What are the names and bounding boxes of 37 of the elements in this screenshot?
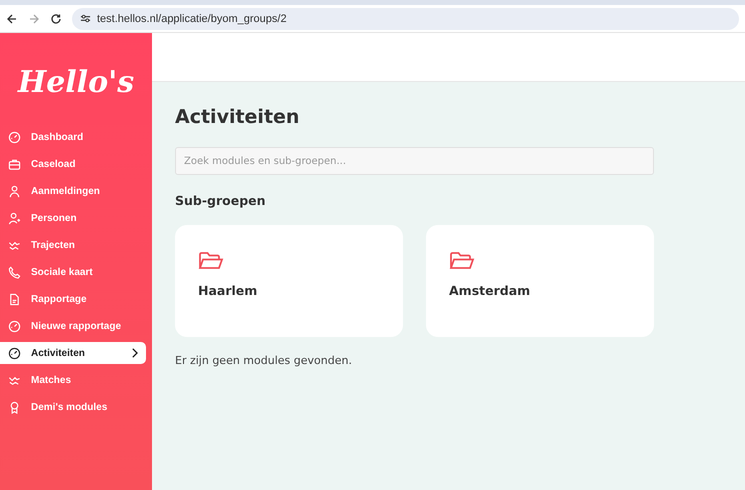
logo: Hello's [16,64,136,102]
empty-message: Er zijn geen modules gevonden. [175,354,353,367]
sidebar-item[interactable]: Nieuwe rapportage [0,315,146,337]
sidebar-item[interactable]: Sociale kaart [0,261,146,283]
sidebar-item[interactable]: Personen [0,207,146,229]
sidebar-item[interactable]: Caseload [0,153,146,175]
section-title: Sub-groepen [175,193,267,208]
back-icon[interactable] [6,12,18,24]
sidebar-item[interactable]: Trajecten [0,234,146,256]
reload-icon[interactable] [50,12,62,24]
folder-icon [449,251,475,271]
gauge-icon [8,130,21,144]
award-icon [8,400,21,414]
group-name: Haarlem [198,283,258,298]
sidebar-item[interactable]: Demi's modules [0,396,146,418]
person-icon [8,184,21,198]
sidebar-item[interactable]: Aanmeldingen [0,180,146,202]
sidebar-item[interactable]: Rapportage [0,288,146,310]
site-settings-icon[interactable] [80,13,91,24]
group-card[interactable]: Haarlem [175,225,403,337]
document-icon [8,292,21,306]
group-card[interactable]: Amsterdam [426,225,654,337]
sidebar-item[interactable]: Dashboard [0,126,146,148]
briefcase-icon [8,158,21,170]
phone-icon [8,266,21,278]
sidebar-item[interactable]: Activiteiten [0,342,146,364]
address-bar[interactable]: test.hellos.nl/applicatie/byom_groups/2 [72,8,739,30]
gauge-icon [8,346,21,360]
search-field[interactable]: Zoek modules en sub-groepen... [175,147,654,175]
folder-icon [198,251,224,271]
group-name: Amsterdam [449,283,530,298]
page-title: Activiteiten [175,106,300,128]
gauge-icon [8,320,21,332]
sidebar-item[interactable]: Matches [0,369,146,391]
url-text: test.hellos.nl/applicatie/byom_groups/2 [97,12,287,24]
person-plus-icon [8,212,21,224]
chevron-icon [131,348,138,358]
